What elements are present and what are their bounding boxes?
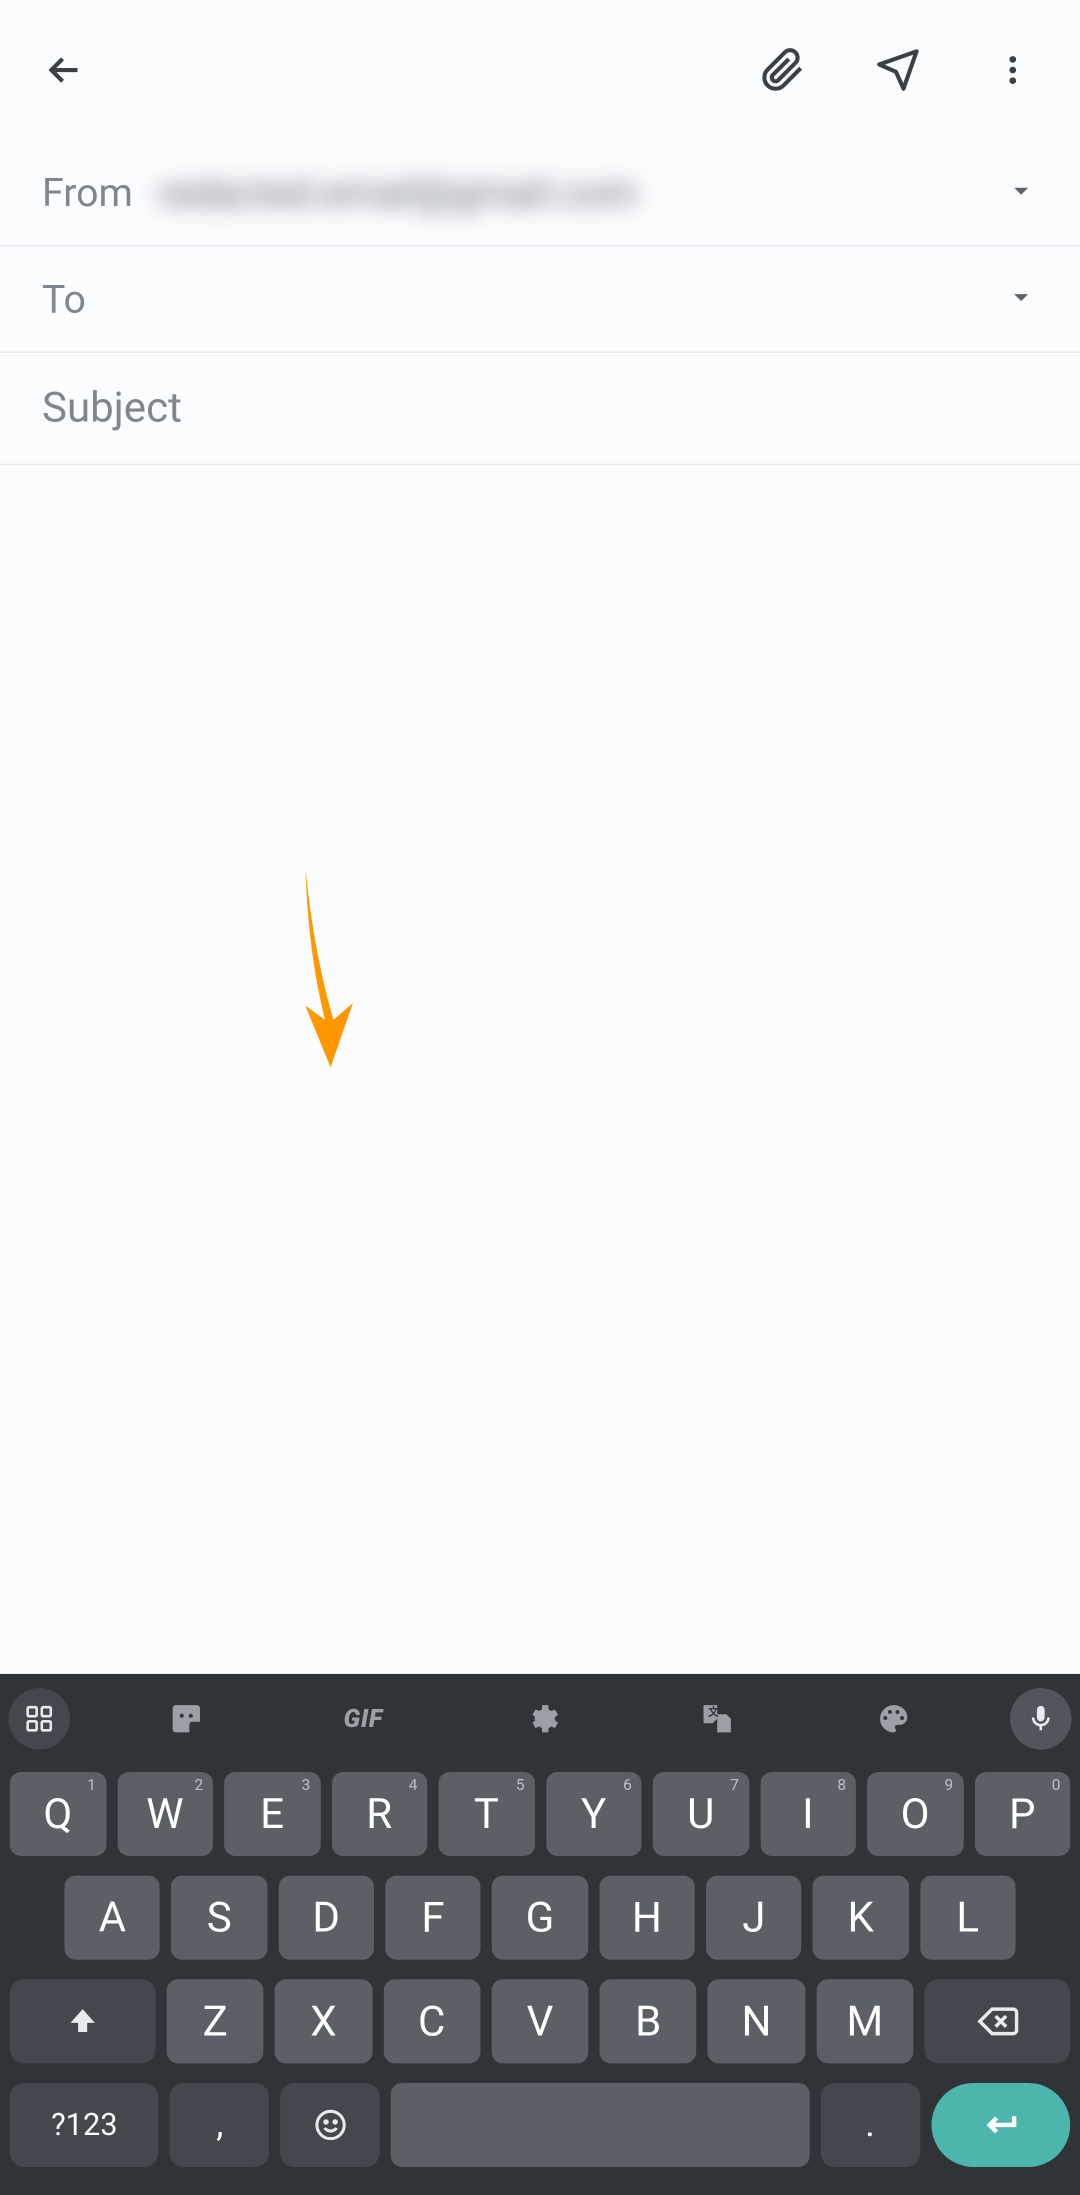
key-w[interactable]: W2 xyxy=(117,1772,213,1856)
backspace-icon xyxy=(976,2000,1018,2042)
key-h[interactable]: H xyxy=(599,1876,695,1960)
key-e[interactable]: E3 xyxy=(224,1772,320,1856)
back-button[interactable] xyxy=(25,31,103,109)
key-g[interactable]: G xyxy=(492,1876,588,1960)
app-bar xyxy=(0,0,1080,140)
attachment-icon xyxy=(761,48,806,93)
send-button[interactable] xyxy=(856,28,940,112)
annotation-arrow xyxy=(286,868,384,1084)
key-row-bottom: ?123 , . xyxy=(6,2083,1075,2167)
subject-input[interactable] xyxy=(42,384,1038,433)
voice-input-button[interactable] xyxy=(1010,1688,1072,1750)
key-z[interactable]: Z xyxy=(167,1979,264,2063)
attach-button[interactable] xyxy=(741,28,825,112)
grid-icon xyxy=(24,1703,55,1734)
key-r[interactable]: R4 xyxy=(331,1772,427,1856)
key-m[interactable]: M xyxy=(816,1979,913,2063)
to-expand-button[interactable] xyxy=(1004,279,1038,318)
key-d[interactable]: D xyxy=(278,1876,374,1960)
from-field[interactable]: From redacted.email@gmail.com xyxy=(0,140,1080,246)
chevron-down-icon xyxy=(1004,279,1038,313)
key-s[interactable]: S xyxy=(171,1876,267,1960)
shift-key[interactable] xyxy=(10,1979,156,2063)
emoji-key[interactable] xyxy=(281,2083,380,2167)
translate-button[interactable]: 文 xyxy=(628,1701,805,1737)
key-b[interactable]: B xyxy=(600,1979,697,2063)
from-value: redacted.email@gmail.com xyxy=(158,169,637,215)
more-vert-icon xyxy=(995,52,1031,88)
settings-button[interactable] xyxy=(452,1701,629,1737)
key-n[interactable]: N xyxy=(708,1979,805,2063)
to-input[interactable] xyxy=(111,276,1004,322)
subject-field xyxy=(0,353,1080,465)
more-options-button[interactable] xyxy=(971,28,1055,112)
key-l[interactable]: L xyxy=(920,1876,1016,1960)
key-v[interactable]: V xyxy=(491,1979,588,2063)
key-i[interactable]: I8 xyxy=(760,1772,856,1856)
theme-button[interactable] xyxy=(805,1701,982,1737)
keyboard-menu-button[interactable] xyxy=(8,1688,70,1750)
to-field: To xyxy=(0,247,1080,353)
arrow-back-icon xyxy=(42,48,87,93)
translate-icon: 文 xyxy=(699,1701,735,1737)
shift-icon xyxy=(64,2003,100,2039)
sticker-button[interactable] xyxy=(98,1701,275,1737)
svg-text:文: 文 xyxy=(707,1706,719,1719)
key-row-2: A S D F G H J K L xyxy=(6,1876,1075,1960)
chevron-down-icon xyxy=(1004,173,1038,207)
backspace-key[interactable] xyxy=(925,1979,1071,2063)
period-key[interactable]: . xyxy=(820,2083,919,2167)
send-icon xyxy=(875,48,920,93)
to-label: To xyxy=(42,276,86,322)
gif-label: GIF xyxy=(343,1704,383,1733)
microphone-icon xyxy=(1025,1703,1056,1734)
keyboard-toolbar: GIF 文 xyxy=(0,1682,1080,1755)
key-k[interactable]: K xyxy=(813,1876,909,1960)
key-p[interactable]: P0 xyxy=(974,1772,1070,1856)
enter-key[interactable] xyxy=(931,2083,1070,2167)
symbols-key[interactable]: ?123 xyxy=(10,2083,159,2167)
emoji-icon xyxy=(312,2107,348,2143)
key-row-1: Q1 W2 E3 R4 T5 Y6 U7 I8 O9 P0 xyxy=(6,1772,1075,1856)
key-j[interactable]: J xyxy=(706,1876,802,1960)
sticker-icon xyxy=(168,1701,204,1737)
enter-icon xyxy=(980,2104,1022,2146)
key-f[interactable]: F xyxy=(385,1876,481,1960)
key-x[interactable]: X xyxy=(275,1979,372,2063)
palette-icon xyxy=(875,1701,911,1737)
key-row-3: Z X C V B N M xyxy=(6,1979,1075,2063)
from-expand-button[interactable] xyxy=(1004,173,1038,212)
key-y[interactable]: Y6 xyxy=(546,1772,642,1856)
key-c[interactable]: C xyxy=(383,1979,480,2063)
key-a[interactable]: A xyxy=(64,1876,160,1960)
keyboard: GIF 文 xyxy=(0,1674,1080,2195)
from-label: From xyxy=(42,169,133,215)
key-u[interactable]: U7 xyxy=(653,1772,749,1856)
body-input[interactable] xyxy=(0,465,1080,1048)
key-o[interactable]: O9 xyxy=(867,1772,963,1856)
key-t[interactable]: T5 xyxy=(438,1772,534,1856)
gif-button[interactable]: GIF xyxy=(275,1704,452,1733)
comma-key[interactable]: , xyxy=(170,2083,269,2167)
key-q[interactable]: Q1 xyxy=(10,1772,106,1856)
gear-icon xyxy=(522,1701,558,1737)
space-key[interactable] xyxy=(391,2083,809,2167)
